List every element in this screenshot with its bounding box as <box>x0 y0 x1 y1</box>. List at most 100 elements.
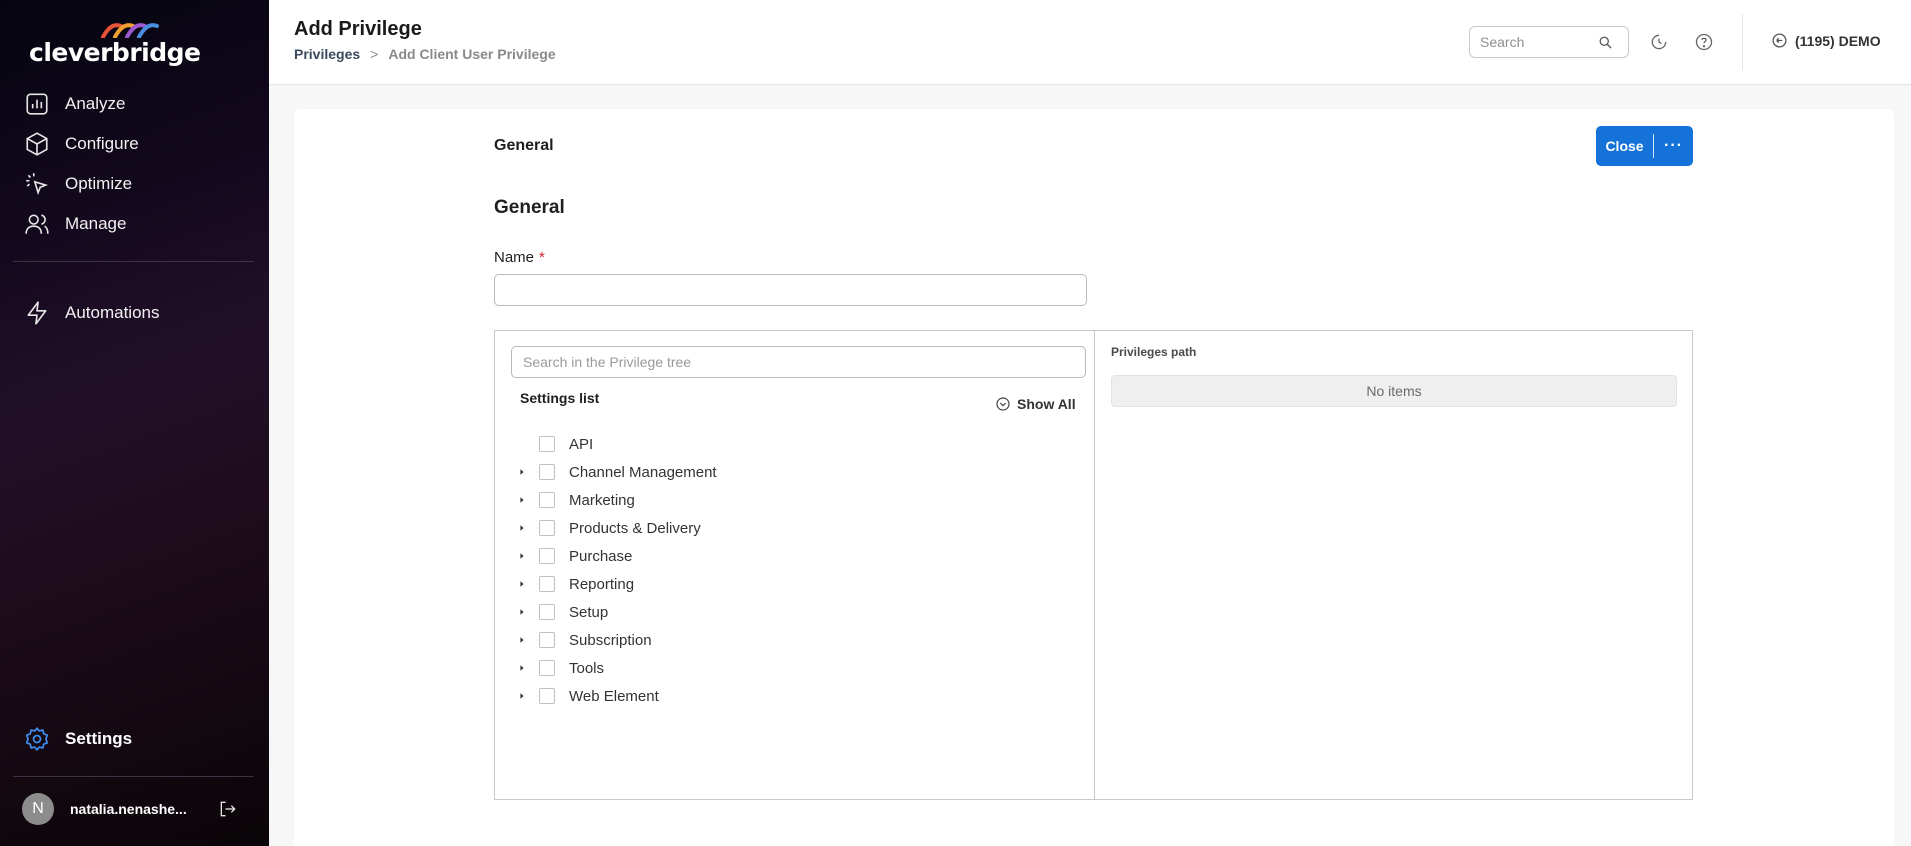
sidebar-divider <box>13 261 254 262</box>
breadcrumb-current: Add Client User Privilege <box>388 46 556 62</box>
tree-item-label[interactable]: Subscription <box>569 632 652 649</box>
tree-item-products-delivery: Products & Delivery <box>515 514 717 542</box>
avatar[interactable]: N <box>22 793 54 825</box>
users-icon <box>25 214 49 234</box>
sidebar-bottom-divider <box>13 776 254 777</box>
close-button[interactable]: Close <box>1596 126 1653 166</box>
settings-list-label: Settings list <box>520 390 600 406</box>
tree-item-label[interactable]: Purchase <box>569 548 632 565</box>
show-all-button[interactable]: Show All <box>995 396 1076 412</box>
gear-icon <box>25 727 49 751</box>
tree-item-subscription: Subscription <box>515 626 717 654</box>
close-split-button: Close ··· <box>1596 126 1693 166</box>
breadcrumb-privileges-link[interactable]: Privileges <box>294 46 360 62</box>
caret-right-icon[interactable] <box>515 465 529 479</box>
nav-item-manage[interactable]: Manage <box>24 209 126 239</box>
help-icon[interactable] <box>1694 32 1714 52</box>
tree-checkbox[interactable] <box>539 548 555 564</box>
tree-checkbox[interactable] <box>539 632 555 648</box>
breadcrumb: Privileges > Add Client User Privilege <box>294 46 556 62</box>
nav-label-automations: Automations <box>65 303 160 322</box>
tree-item-web-element: Web Element <box>515 682 717 710</box>
caret-right-icon[interactable] <box>515 689 529 703</box>
tree-item-tools: Tools <box>515 654 717 682</box>
nav-label-optimize: Optimize <box>65 174 133 193</box>
header-search-input[interactable] <box>1480 34 1598 50</box>
privilege-tree-search-input[interactable] <box>511 346 1086 378</box>
show-all-label: Show All <box>1017 396 1076 412</box>
tree-item-marketing: Marketing <box>515 486 717 514</box>
tree-item-label[interactable]: API <box>569 436 593 453</box>
nav-item-optimize[interactable]: Optimize <box>24 169 132 199</box>
privileges-path-label: Privileges path <box>1111 345 1197 359</box>
name-label-text: Name <box>494 249 535 266</box>
nav-item-automations[interactable]: Automations <box>24 298 160 328</box>
breadcrumb-separator: > <box>370 46 379 62</box>
name-field-label: Name * <box>494 249 545 266</box>
account-label: (1195) DEMO <box>1795 32 1881 49</box>
header-divider <box>1742 14 1743 70</box>
tree-item-channel-management: Channel Management <box>515 458 717 486</box>
caret-right-icon[interactable] <box>515 493 529 507</box>
caret-right-icon[interactable] <box>515 549 529 563</box>
cleverbridge-logo[interactable]: cleverbridge <box>29 22 201 67</box>
caret-right-icon[interactable] <box>515 633 529 647</box>
name-input[interactable] <box>494 274 1087 306</box>
nav-item-configure[interactable]: Configure <box>24 129 139 159</box>
logo-arcs-icon <box>101 23 159 38</box>
tree-item-label[interactable]: Web Element <box>569 688 659 705</box>
nav-item-analyze[interactable]: Analyze <box>24 89 125 119</box>
tree-checkbox[interactable] <box>539 688 555 704</box>
section-title: General <box>494 197 565 218</box>
tree-item-setup: Setup <box>515 598 717 626</box>
privileges-path-panel: Privileges path No items <box>1096 331 1692 799</box>
caret-right-icon[interactable] <box>515 605 529 619</box>
logo-wordmark: cleverbridge <box>29 38 201 67</box>
no-items-placeholder: No items <box>1111 375 1677 407</box>
tree-item-label[interactable]: Setup <box>569 604 608 621</box>
nav-label-manage: Manage <box>65 214 127 233</box>
required-mark: * <box>539 249 545 266</box>
caret-right-icon[interactable] <box>515 577 529 591</box>
tree-item-label[interactable]: Products & Delivery <box>569 520 701 537</box>
nav-label-configure: Configure <box>65 134 139 153</box>
tree-item-reporting: Reporting <box>515 570 717 598</box>
tree-item-api: API <box>515 430 717 458</box>
cube-icon <box>26 132 48 156</box>
account-switcher[interactable]: (1195) DEMO <box>1771 32 1881 49</box>
tree-item-purchase: Purchase <box>515 542 717 570</box>
nav-label-settings: Settings <box>65 729 133 748</box>
tree-checkbox[interactable] <box>539 660 555 676</box>
logout-icon[interactable] <box>218 799 238 819</box>
privilege-tree: API Channel Management Marketing Product… <box>515 430 717 710</box>
tree-item-label[interactable]: Channel Management <box>569 464 717 481</box>
privilege-form-card: General Close ··· General Name* Settings… <box>294 109 1894 846</box>
chevron-down-circle-icon <box>996 397 1010 411</box>
tree-checkbox[interactable] <box>539 464 555 480</box>
sidebar: cleverbridge Analyze Configure Optimize … <box>0 0 269 846</box>
caret-right-icon[interactable] <box>515 661 529 675</box>
tree-checkbox[interactable] <box>539 492 555 508</box>
history-icon[interactable] <box>1649 32 1669 52</box>
switch-account-icon <box>1772 33 1787 48</box>
search-icon[interactable] <box>1598 35 1613 50</box>
username[interactable]: natalia.nenashe... <box>70 801 198 817</box>
header-search[interactable] <box>1469 26 1629 58</box>
lightning-icon <box>27 301 47 325</box>
tree-item-label[interactable]: Tools <box>569 660 604 677</box>
user-profile[interactable]: N natalia.nenashe... <box>22 792 252 826</box>
top-header: Add Privilege Privileges > Add Client Us… <box>269 0 1911 85</box>
page-title: Add Privilege <box>294 18 422 40</box>
section-tab-general[interactable]: General <box>494 137 554 155</box>
tree-item-label[interactable]: Reporting <box>569 576 634 593</box>
tree-item-label[interactable]: Marketing <box>569 492 635 509</box>
more-options-button[interactable]: ··· <box>1654 126 1693 166</box>
tree-checkbox[interactable] <box>539 520 555 536</box>
tree-checkbox[interactable] <box>539 576 555 592</box>
tree-checkbox[interactable] <box>539 436 555 452</box>
privilege-panel: Settings list Show All API Channel Manag… <box>494 330 1693 800</box>
caret-right-icon[interactable] <box>515 521 529 535</box>
cursor-sparkle-icon <box>26 173 49 196</box>
tree-checkbox[interactable] <box>539 604 555 620</box>
nav-item-settings[interactable]: Settings <box>24 724 132 754</box>
